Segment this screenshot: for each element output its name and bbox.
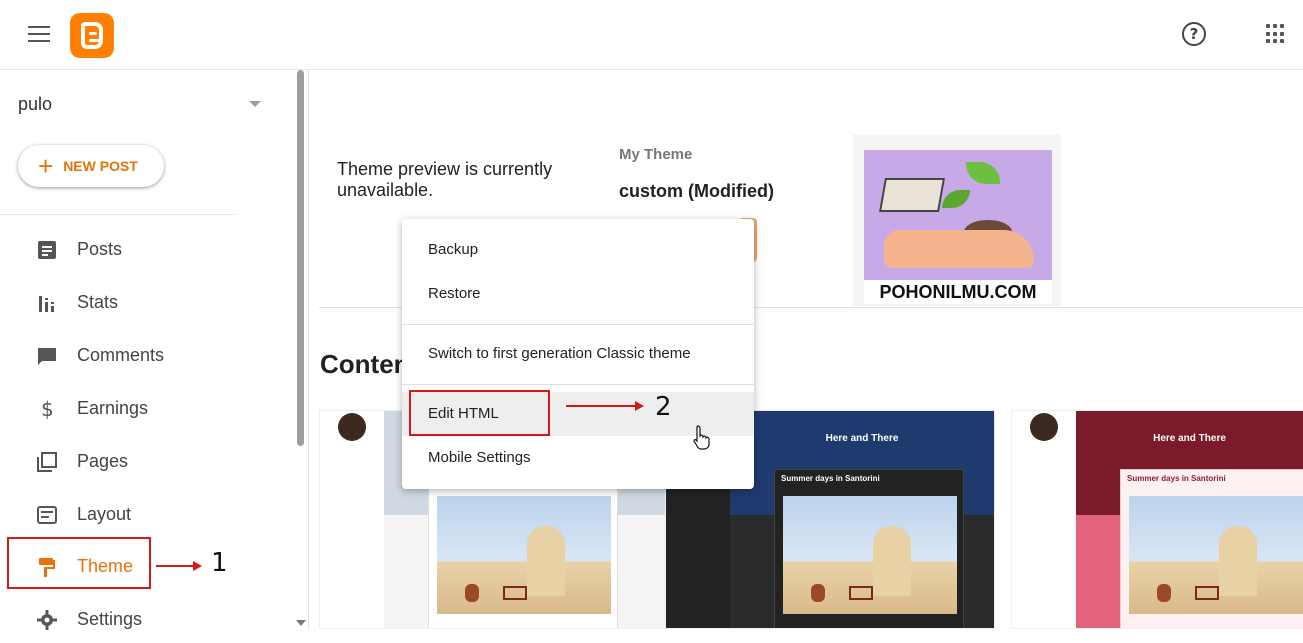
sidebar-item-label: Stats — [77, 292, 119, 312]
pages-icon — [37, 452, 57, 472]
section-heading: Conten — [320, 349, 410, 379]
apps-grid-icon[interactable] — [1266, 24, 1286, 44]
annotation-highlight-theme — [7, 537, 151, 589]
sidebar-scrollbar[interactable] — [297, 70, 304, 446]
menu-item-restore[interactable]: Restore — [402, 272, 754, 316]
menu-divider — [402, 384, 754, 385]
new-post-label: NEW POST — [63, 158, 138, 174]
sidebar-divider — [0, 214, 235, 215]
settings-gear-icon — [37, 610, 57, 630]
sidebar-item-layout[interactable]: Layout — [0, 492, 292, 538]
posts-icon — [38, 241, 56, 259]
post-photo — [1129, 496, 1303, 614]
sidebar-item-settings[interactable]: Settings — [0, 597, 292, 643]
post-photo — [437, 496, 611, 614]
book-illustration — [879, 178, 945, 212]
layout-icon — [37, 506, 57, 524]
comments-icon — [38, 348, 56, 365]
card-sidebar — [1012, 411, 1076, 628]
blogger-logo-icon[interactable] — [70, 13, 114, 58]
sidebar-item-stats[interactable]: Stats — [0, 280, 292, 326]
sidebar-item-earnings[interactable]: $ Earnings — [0, 386, 292, 432]
sidebar-item-comments[interactable]: Comments — [0, 333, 292, 379]
menu-divider — [402, 324, 754, 325]
earnings-icon: $ — [41, 398, 54, 420]
sidebar-item-label: Layout — [77, 504, 132, 524]
sidebar-item-pages[interactable]: Pages — [0, 439, 292, 485]
annotation-arrow-icon — [156, 561, 202, 571]
annotation-step-number: 2 — [655, 392, 672, 422]
chevron-down-icon[interactable] — [249, 101, 261, 107]
new-post-button[interactable]: + NEW POST — [18, 145, 164, 187]
card-post-title: Summer days in Santorini — [1127, 474, 1226, 483]
blog-selector[interactable]: pulo — [18, 94, 52, 115]
svg-text:$: $ — [41, 398, 54, 420]
card-post — [428, 469, 618, 628]
leaf-illustration — [942, 190, 970, 208]
avatar — [1030, 413, 1058, 441]
plus-icon: + — [38, 151, 54, 181]
card-post-title: Summer days in Santorini — [781, 474, 880, 483]
card-post: Summer days in Santorini — [1120, 469, 1303, 628]
annotation-step-number: 1 — [211, 548, 228, 578]
post-photo — [783, 496, 957, 614]
top-app-bar: ? — [0, 0, 1303, 70]
sidebar-item-label: Comments — [77, 345, 165, 365]
stats-icon — [39, 296, 54, 312]
help-circle-icon[interactable]: ? — [1182, 22, 1206, 46]
my-theme-label: My Theme — [619, 146, 693, 163]
card-accent — [1076, 515, 1120, 628]
leaf-illustration — [966, 162, 1000, 184]
hand-illustration — [884, 230, 1034, 268]
sidebar-item-label: Settings — [77, 609, 143, 629]
current-theme-name: custom (Modified) — [619, 181, 774, 201]
hamburger-menu-icon[interactable] — [28, 26, 50, 44]
theme-card[interactable]: Here and There Summer days in Santorini — [1011, 410, 1303, 629]
card-sidebar — [320, 411, 384, 628]
card-post: Summer days in Santorini — [774, 469, 964, 628]
sidebar-item-label: Earnings — [77, 398, 149, 418]
thumbnail-caption: POHONILMU.COM — [864, 280, 1052, 304]
card-banner-title: Here and There — [1153, 433, 1226, 444]
avatar — [338, 413, 366, 441]
hand-pointer-cursor-icon — [693, 425, 710, 450]
annotation-highlight-edit-html — [409, 390, 550, 436]
sidebar-item-posts[interactable]: Posts — [0, 227, 292, 273]
theme-preview-message: Theme preview is currently unavailable. — [337, 159, 553, 200]
annotation-arrow-icon — [566, 401, 644, 411]
scroll-down-arrow-icon[interactable] — [296, 620, 306, 626]
theme-thumbnail-image: POHONILMU.COM — [864, 150, 1052, 304]
menu-item-backup[interactable]: Backup — [402, 228, 754, 272]
sidebar-item-label: Pages — [77, 451, 129, 471]
card-banner-title: Here and There — [825, 433, 899, 444]
sidebar-item-label: Posts — [77, 239, 123, 259]
menu-item-switch-classic[interactable]: Switch to first generation Classic theme — [402, 332, 754, 376]
